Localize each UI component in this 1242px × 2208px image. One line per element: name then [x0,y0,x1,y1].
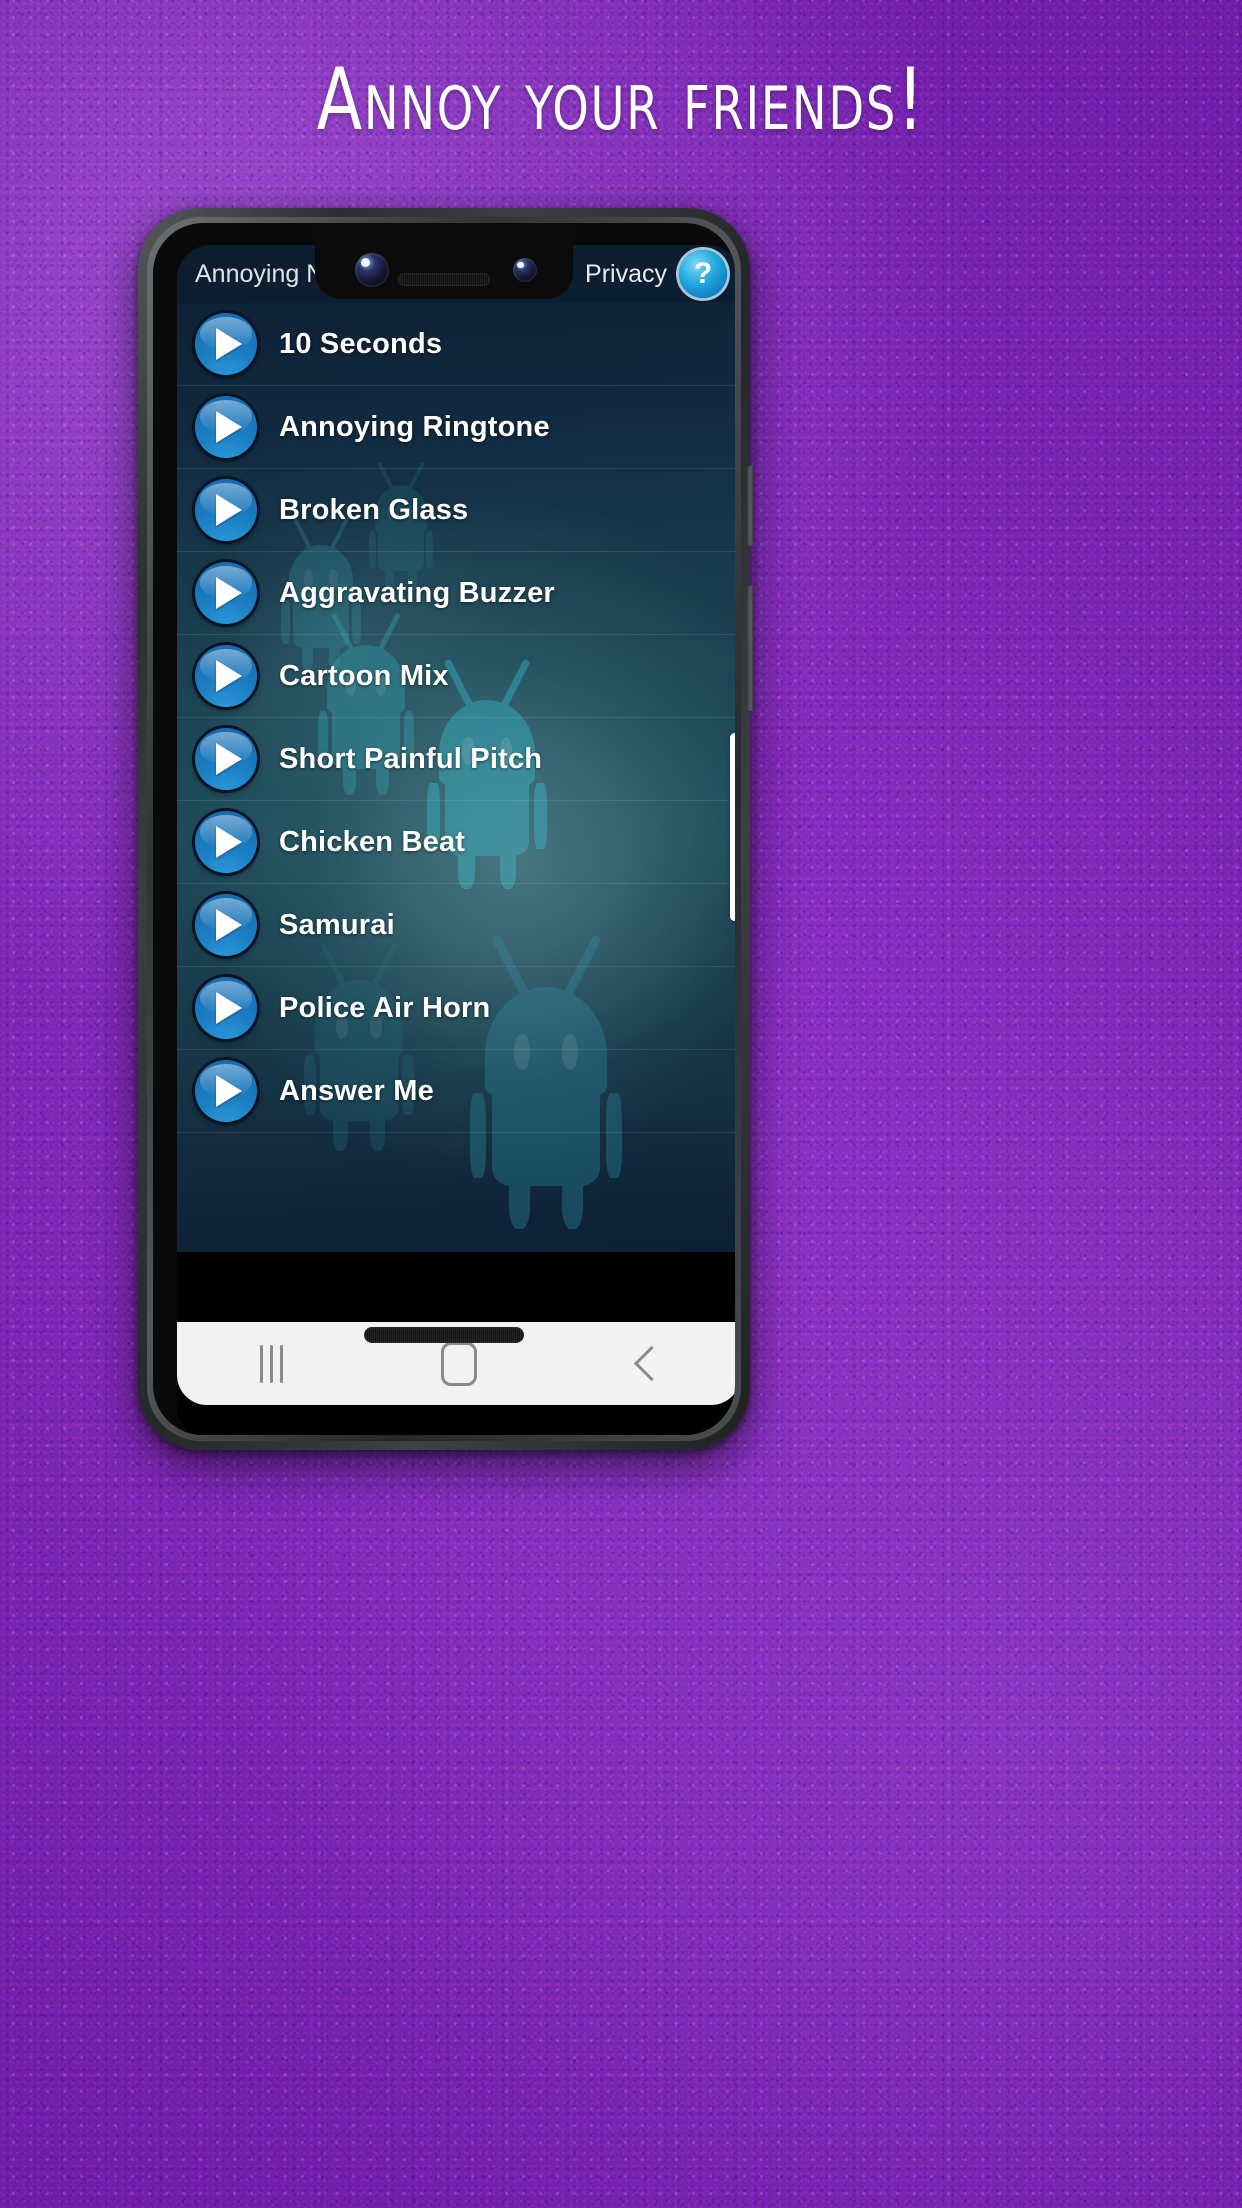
play-icon[interactable] [195,894,257,956]
scrollbar[interactable] [730,303,735,1252]
recents-icon [259,1344,283,1383]
play-icon[interactable] [195,811,257,873]
app-viewport: Annoying Notifications Privacy ? 10 Seco… [177,245,735,1252]
list-item[interactable]: Annoying Ringtone [177,386,735,469]
camera-lens-icon [513,258,537,282]
play-icon[interactable] [195,1060,257,1122]
sound-name: Answer Me [279,1074,434,1107]
sound-name: 10 Seconds [279,327,443,360]
promo-headline: Annoy your friends! [316,50,926,150]
back-button[interactable] [592,1322,702,1405]
play-icon[interactable] [195,728,257,790]
list-item[interactable]: 10 Seconds [177,303,735,386]
play-icon[interactable] [195,313,257,375]
sound-name: Samurai [279,908,395,941]
list-item[interactable]: Aggravating Buzzer [177,552,735,635]
camera-lens-icon [355,253,389,287]
sound-name: Chicken Beat [279,825,466,858]
sound-name: Aggravating Buzzer [279,576,555,609]
action-bar-right-group: Privacy ? [585,250,727,298]
sound-name: Cartoon Mix [279,659,449,692]
list-item[interactable]: Cartoon Mix [177,635,735,718]
sound-name: Short Painful Pitch [279,742,543,775]
sound-name: Annoying Ringtone [279,410,550,443]
sound-name: Police Air Horn [279,991,491,1024]
list-item[interactable]: Police Air Horn [177,967,735,1050]
play-icon[interactable] [195,645,257,707]
help-question-icon[interactable]: ? [679,250,727,298]
volume-button[interactable] [747,586,754,711]
list-item[interactable]: Answer Me [177,1050,735,1133]
home-icon [441,1341,477,1386]
sound-name: Broken Glass [279,493,469,526]
list-item[interactable]: Broken Glass [177,469,735,552]
promo-stage: Annoy your friends! Annoying Privacy ? 1… [0,0,1242,2208]
play-icon[interactable] [195,562,257,624]
play-icon[interactable] [195,396,257,458]
play-icon[interactable] [195,977,257,1039]
list-item[interactable]: Chicken Beat [177,801,735,884]
speaker-grille-icon [364,1327,524,1343]
privacy-button[interactable]: Privacy [585,260,667,289]
recents-button[interactable] [216,1322,326,1405]
sound-list[interactable]: 10 Seconds Annoying Ringtone Broken Glas… [177,303,735,1133]
phone-bezel: Annoying Notifications Privacy ? 10 Seco… [153,223,735,1435]
scroll-thumb[interactable] [730,733,735,921]
phone-screen: Annoying Notifications Privacy ? 10 Seco… [177,245,735,1435]
power-button[interactable] [747,466,754,546]
phone-device: Annoying Notifications Privacy ? 10 Seco… [138,208,754,1450]
back-chevron-icon [633,1345,669,1382]
play-icon[interactable] [195,479,257,541]
list-item[interactable]: Samurai [177,884,735,967]
earpiece-speaker-icon [398,273,490,286]
list-item[interactable]: Short Painful Pitch [177,718,735,801]
phone-notch [293,223,573,299]
